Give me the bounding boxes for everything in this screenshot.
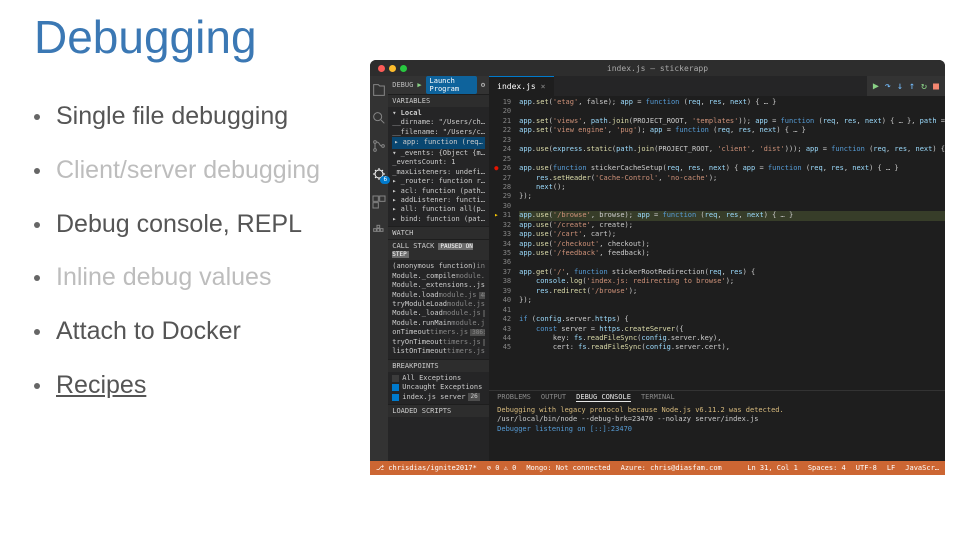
panel-tab[interactable]: PROBLEMS: [497, 393, 531, 402]
azure-status[interactable]: Azure: chris@diasfam.com: [621, 464, 722, 472]
explorer-icon[interactable]: [371, 82, 387, 98]
debug-config-select[interactable]: Launch Program: [426, 76, 477, 94]
step-over-button[interactable]: ↷: [885, 81, 891, 92]
stack-frame[interactable]: Module._loadmodule.js438:3: [392, 309, 485, 318]
panel-tab[interactable]: TERMINAL: [641, 393, 675, 402]
mongo-status[interactable]: Mongo: Not connected: [526, 464, 610, 472]
loaded-scripts-section: LOADED SCRIPTS: [388, 404, 489, 417]
source-control-icon[interactable]: [371, 138, 387, 154]
variable-row[interactable]: ▸ addListener: function addListene…: [392, 196, 485, 205]
cursor-position[interactable]: Ln 31, Col 1: [747, 464, 798, 472]
docker-icon[interactable]: [371, 222, 387, 238]
stack-frame[interactable]: Module.runMainmodule.js604:10: [392, 319, 485, 328]
tab-label: index.js: [497, 82, 536, 91]
eol[interactable]: LF: [887, 464, 895, 472]
slide-title: Debugging: [34, 10, 257, 64]
error-count[interactable]: ⊘ 0 ⚠ 0: [487, 464, 517, 472]
variable-row[interactable]: ▸ _router: function router(req, re…: [392, 177, 485, 186]
editor-tabs: index.js × ▶ ↷ ↓ ↑ ↻ ■: [489, 76, 945, 96]
bullet-list: Single file debugging Client/server debug…: [34, 100, 364, 423]
stack-frame[interactable]: tryModuleLoadmodule.js446:12: [392, 300, 485, 309]
breakpoint-item[interactable]: All Exceptions: [392, 374, 485, 383]
stack-frame[interactable]: Module.loadmodule.js487:32: [392, 291, 485, 300]
variables-section: VARIABLES ▾ Local__dirname: "/Users/chri…: [388, 94, 489, 226]
git-branch[interactable]: ⎇ chrisdias/ignite2017*: [376, 464, 477, 472]
variable-row[interactable]: ▾ _events: {Object {mount: function…: [392, 149, 485, 158]
variable-row[interactable]: __filename: "/Users/chris/src/sti…: [392, 128, 485, 137]
bullet-item: Attach to Docker: [34, 315, 364, 349]
debug-console-output[interactable]: Debugging with legacy protocol because N…: [489, 404, 945, 461]
continue-button[interactable]: ▶: [873, 81, 879, 92]
bullet-item: Single file debugging: [34, 100, 364, 134]
encoding[interactable]: UTF-8: [856, 464, 877, 472]
stop-button[interactable]: ■: [933, 81, 939, 92]
stack-frame[interactable]: Module._compilemodule.js570:32: [392, 272, 485, 281]
code-editor[interactable]: 19202122232425● 2627282930▸ 313233343536…: [489, 96, 945, 390]
panel-tabs: PROBLEMS OUTPUT DEBUG CONSOLE TERMINAL: [489, 391, 945, 404]
debug-settings-icon[interactable]: ⚙: [481, 81, 485, 89]
editor-pane: index.js × ▶ ↷ ↓ ↑ ↻ ■ 19202122232425● 2…: [489, 76, 945, 461]
debug-config-bar: DEBUG ▶ Launch Program ⚙: [388, 76, 489, 94]
bullet-item: Client/server debugging: [34, 154, 364, 188]
variable-row[interactable]: ▸ bind: function (path) { … }: [392, 215, 485, 224]
variable-row[interactable]: _eventsCount: 1: [392, 158, 485, 167]
variable-row[interactable]: __dirname: "/Users/chris/src/stick…: [392, 118, 485, 127]
breakpoint-item[interactable]: Uncaught Exceptions: [392, 383, 485, 392]
language-mode[interactable]: JavaScr…: [905, 464, 939, 472]
breakpoint-item[interactable]: index.js server26: [392, 393, 485, 402]
stack-frame[interactable]: (anonymous function)index.js31:1: [392, 262, 485, 271]
stack-frame[interactable]: Module._extensions..jsmodule.js: [392, 281, 485, 290]
indent-setting[interactable]: Spaces: 4: [808, 464, 846, 472]
breakpoints-section: BREAKPOINTS All ExceptionsUncaught Excep…: [388, 359, 489, 404]
watch-header[interactable]: WATCH: [388, 227, 489, 239]
watch-section: WATCH: [388, 226, 489, 239]
stack-frame[interactable]: onTimeouttimers.js386:14: [392, 328, 485, 337]
variable-row[interactable]: ▸ app: function (req, res, next) { … }: [392, 137, 485, 148]
bullet-item: Debug console, REPL: [34, 208, 364, 242]
tab-index-js[interactable]: index.js ×: [489, 76, 553, 96]
restart-button[interactable]: ↻: [921, 81, 927, 92]
bullet-item[interactable]: Recipes: [34, 369, 364, 403]
variable-row[interactable]: ▸ all: function all(path) { … }: [392, 205, 485, 214]
variable-row[interactable]: ▸ acl: function (path) { … }: [392, 187, 485, 196]
extensions-icon[interactable]: [371, 194, 387, 210]
panel-tab[interactable]: OUTPUT: [541, 393, 566, 402]
status-bar: ⎇ chrisdias/ignite2017* ⊘ 0 ⚠ 0 Mongo: N…: [370, 461, 945, 475]
variables-header[interactable]: VARIABLES: [388, 95, 489, 107]
debug-toolbar: ▶ ↷ ↓ ↑ ↻ ■: [867, 76, 945, 96]
breakpoints-header[interactable]: BREAKPOINTS: [388, 360, 489, 372]
debug-sidebar: DEBUG ▶ Launch Program ⚙ VARIABLES ▾ Loc…: [388, 76, 489, 461]
variable-row[interactable]: _maxListeners: undefined: [392, 168, 485, 177]
debug-label: DEBUG: [392, 81, 413, 89]
vscode-window: index.js — stickerapp 6 DEBUG ▶ Launch P…: [370, 60, 945, 475]
step-in-button[interactable]: ↓: [897, 81, 903, 92]
close-tab-icon[interactable]: ×: [541, 82, 546, 91]
debug-badge: 6: [380, 176, 390, 184]
window-titlebar: index.js — stickerapp: [370, 60, 945, 76]
step-out-button[interactable]: ↑: [909, 81, 915, 92]
window-title: index.js — stickerapp: [370, 64, 945, 73]
search-icon[interactable]: [371, 110, 387, 126]
stack-frame[interactable]: tryOnTimeouttimers.js250:5: [392, 338, 485, 347]
panel-tab[interactable]: DEBUG CONSOLE: [576, 393, 631, 402]
debug-icon[interactable]: 6: [371, 166, 387, 182]
bullet-item: Inline debug values: [34, 261, 364, 295]
callstack-header[interactable]: CALL STACKPAUSED ON STEP: [388, 240, 489, 260]
callstack-section: CALL STACKPAUSED ON STEP (anonymous func…: [388, 239, 489, 358]
loaded-scripts-header[interactable]: LOADED SCRIPTS: [388, 405, 489, 417]
bottom-panel: PROBLEMS OUTPUT DEBUG CONSOLE TERMINAL Debu…: [489, 390, 945, 461]
activity-bar: 6: [370, 76, 388, 461]
stack-frame[interactable]: listOnTimeouttimers.js214:5: [392, 347, 485, 356]
start-debug-button[interactable]: ▶: [417, 81, 421, 89]
